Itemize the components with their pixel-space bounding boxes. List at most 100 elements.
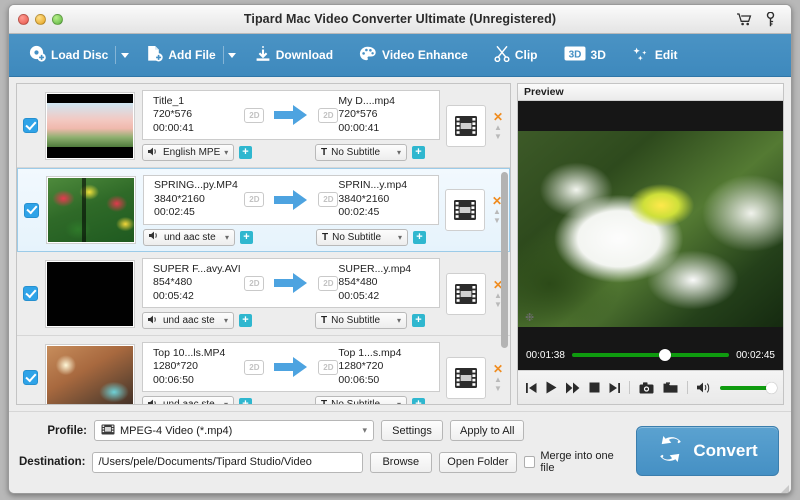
load-disc-button[interactable]: Load Disc [21, 40, 116, 70]
target-duration: 00:05:42 [338, 289, 380, 302]
volume-slider[interactable] [720, 382, 777, 393]
volume-knob[interactable] [766, 382, 777, 393]
destination-input[interactable]: /Users/pele/Documents/Tipard Studio/Vide… [92, 451, 363, 473]
table-row[interactable]: SPRING...py.MP4 3840*2160 00:02:45 2D 2D [17, 168, 510, 252]
source-duration: 00:06:50 [153, 373, 194, 386]
move-up-button[interactable]: ▲ [494, 375, 502, 383]
preview-clip-button[interactable] [445, 189, 485, 231]
target-2d-badge[interactable]: 2D [318, 275, 339, 291]
profile-select[interactable]: MPEG-4 Video (*.mp4) ▾ [94, 420, 374, 441]
file-list-scrollbar[interactable] [501, 172, 508, 348]
target-2d-badge[interactable]: 2D [318, 359, 339, 375]
stop-button[interactable] [589, 382, 600, 393]
merge-checkbox-box[interactable] [523, 456, 536, 468]
add-subtitle-button[interactable]: + [412, 146, 425, 159]
apply-to-all-button[interactable]: Apply to All [450, 420, 525, 441]
subtitle-track-select[interactable]: T No Subtitle ▾ [315, 312, 407, 329]
preview-clip-button[interactable] [446, 104, 486, 147]
chevron-down-icon: ▾ [362, 425, 367, 435]
add-audio-button[interactable]: + [240, 230, 253, 244]
audio-track-select[interactable]: und aac ste ▾ [143, 228, 235, 246]
convert-label: Convert [693, 441, 758, 460]
remove-row-button[interactable]: ✕ [493, 111, 503, 123]
key-icon[interactable] [766, 11, 775, 27]
row-arrow-group: 2D 2D [244, 356, 339, 378]
seek-slider[interactable] [571, 349, 730, 361]
source-2d-badge[interactable]: 2D [244, 107, 265, 123]
letterbox-top [518, 101, 783, 131]
destination-row: Destination: /Users/pele/Documents/Tipar… [19, 450, 626, 474]
speaker-icon [148, 399, 159, 404]
convert-arrow-icon [274, 272, 308, 294]
add-subtitle-button[interactable]: + [412, 314, 425, 327]
preview-clip-button[interactable] [446, 356, 486, 399]
target-filename: Top 1...s.mp4 [338, 346, 402, 359]
play-button[interactable] [546, 381, 557, 394]
row-target-info: Top 1...s.mp4 1280*720 00:06:50 [338, 347, 433, 388]
audio-track-select[interactable]: und aac ste ▾ [142, 396, 234, 404]
table-row[interactable]: Top 10...ls.MP4 1280*720 00:06:50 2D 2D [17, 336, 510, 404]
minimize-button[interactable] [35, 13, 46, 25]
row-checkbox[interactable] [24, 202, 39, 218]
chevron-down-icon: ▾ [397, 232, 402, 242]
load-disc-caret[interactable] [115, 43, 133, 67]
browse-button[interactable]: Browse [369, 451, 432, 473]
resize-grip[interactable] [778, 481, 789, 493]
audio-track-select[interactable]: und aac ste ▾ [142, 312, 234, 329]
move-down-button[interactable]: ▼ [494, 384, 502, 392]
video-surface[interactable]: ❉ 00:01:38 00:02:45 [518, 101, 783, 370]
add-subtitle-button[interactable]: + [412, 398, 425, 404]
zoom-button[interactable] [52, 13, 63, 25]
row-checkbox[interactable] [23, 118, 38, 133]
add-audio-button[interactable]: + [239, 146, 252, 159]
edit-button[interactable]: Edit [624, 41, 686, 70]
video-enhance-button[interactable]: Video Enhance [351, 41, 476, 70]
row-thumbnail [46, 260, 134, 327]
cart-icon[interactable] [737, 12, 752, 26]
subtitle-track-select[interactable]: T No Subtitle ▾ [315, 396, 407, 404]
download-button[interactable]: Download [247, 40, 341, 70]
previous-button[interactable] [526, 382, 537, 394]
move-down-button[interactable]: ▼ [494, 132, 502, 140]
table-row[interactable]: Title_1 720*576 00:00:41 2D 2D My D....m… [17, 84, 510, 168]
add-subtitle-button[interactable]: + [413, 230, 426, 244]
target-2d-badge[interactable]: 2D [318, 192, 339, 207]
convert-button[interactable]: Convert [636, 426, 779, 476]
table-row[interactable]: SUPER F...avy.AVI 854*480 00:05:42 2D 2D [17, 252, 510, 336]
source-2d-badge[interactable]: 2D [244, 275, 265, 291]
audio-track-label: und aac ste [163, 315, 215, 326]
seek-knob[interactable] [658, 349, 671, 361]
add-audio-button[interactable]: + [239, 314, 252, 327]
clip-button[interactable]: Clip [486, 40, 546, 70]
settings-button[interactable]: Settings [381, 420, 443, 441]
watermark-icon: ❉ [525, 312, 535, 324]
source-2d-badge[interactable]: 2D [244, 192, 265, 207]
merge-into-one-file-checkbox[interactable]: Merge into one file [523, 450, 626, 474]
volume-icon[interactable] [697, 382, 711, 393]
open-folder-button[interactable] [663, 381, 678, 394]
snapshot-button[interactable] [639, 381, 654, 394]
chevron-down-icon: ▾ [224, 148, 229, 157]
target-filename: SPRIN...y.mp4 [338, 179, 408, 192]
3d-button[interactable]: 3D 3D [556, 41, 614, 69]
add-file-button[interactable]: Add File [139, 40, 223, 70]
fast-forward-button[interactable] [566, 382, 580, 394]
source-2d-badge[interactable]: 2D [244, 359, 265, 375]
close-button[interactable] [18, 13, 29, 25]
add-audio-button[interactable]: + [239, 398, 252, 404]
preview-clip-button[interactable] [446, 272, 486, 315]
remove-row-button[interactable]: ✕ [493, 363, 503, 375]
audio-track-select[interactable]: English MPE ▾ [142, 144, 234, 161]
move-down-button[interactable]: ▼ [493, 217, 501, 225]
row-checkbox[interactable] [23, 370, 38, 385]
subtitle-track-select[interactable]: T No Subtitle ▾ [316, 228, 408, 246]
move-up-button[interactable]: ▲ [494, 123, 502, 131]
target-2d-badge[interactable]: 2D [318, 107, 339, 123]
chevron-down-icon: ▾ [396, 316, 401, 325]
subtitle-track-select[interactable]: T No Subtitle ▾ [315, 144, 407, 161]
row-checkbox[interactable] [23, 286, 38, 301]
open-folder-button[interactable]: Open Folder [438, 451, 517, 473]
move-up-button[interactable]: ▲ [493, 208, 501, 216]
add-file-caret[interactable] [222, 43, 241, 67]
next-button[interactable] [609, 382, 620, 394]
